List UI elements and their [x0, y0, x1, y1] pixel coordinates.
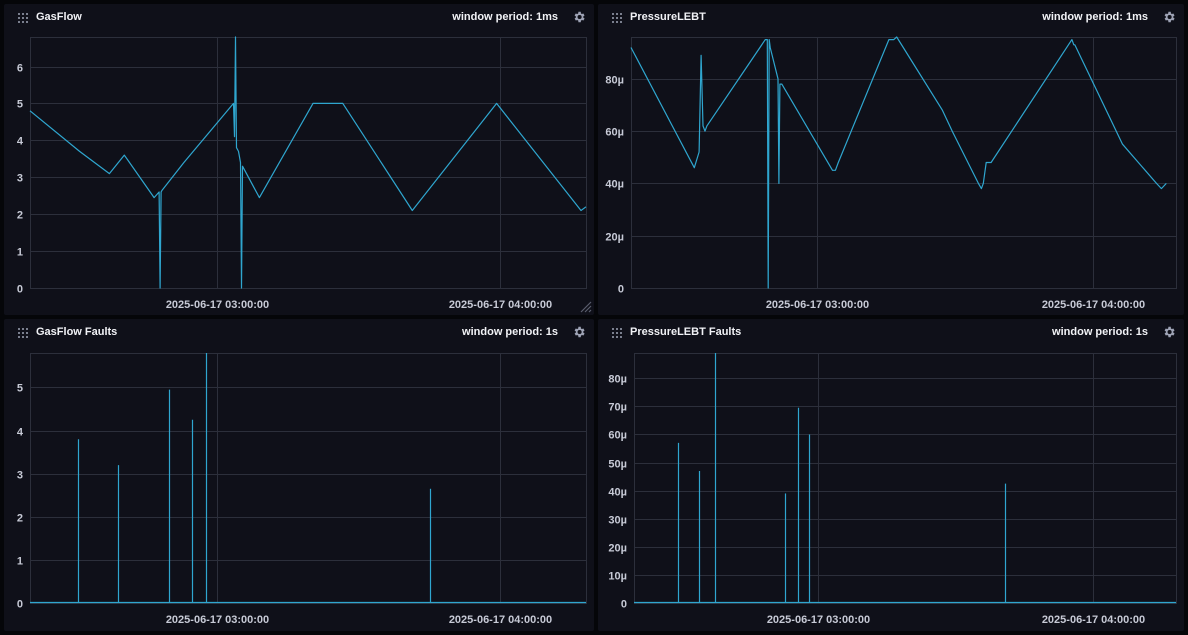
series-line: [29, 36, 587, 289]
x-tick-label: 2025-06-17 04:00:00: [1042, 299, 1145, 311]
chart: 0 1 2 3 4 5 6 2025-06-17 03:00:00 2025-06-17 04:…: [17, 36, 587, 311]
y-tick-label: 0: [621, 599, 627, 611]
y-tick-label: 3: [17, 173, 23, 185]
y-tick-label: 30µ: [608, 515, 627, 527]
y-tick-label: 0: [618, 284, 624, 296]
x-tick-label: 2025-06-17 04:00:00: [449, 299, 552, 311]
chart: 0 1 2 3 4 5 2025-06-17 03:00:00 2025-06-17 04:0…: [17, 353, 587, 626]
y-tick-label: 2: [17, 210, 23, 222]
y-tick-label: 40µ: [605, 179, 624, 191]
y-tick-label: 0: [17, 284, 23, 296]
panel-gasflow: GasFlow window period: 1ms 0 1 2 3 4 5 6 2025-06-…: [4, 4, 594, 315]
panel-pressurelebt-faults: PressureLEBT Faults window period: 1s 0 10µ…: [598, 319, 1184, 631]
x-tick-label: 2025-06-17 03:00:00: [166, 614, 269, 626]
panel-gasflow-faults: GasFlow Faults window period: 1s 0 1 2 3 4 5 202…: [4, 319, 594, 631]
y-tick-label: 1: [17, 247, 23, 259]
y-tick-label: 60µ: [608, 430, 627, 442]
plot-frame: [631, 37, 1177, 289]
plot-frame: [30, 353, 587, 604]
y-tick-label: 3: [17, 470, 23, 482]
y-tick-label: 1: [17, 556, 23, 568]
y-tick-label: 20µ: [608, 543, 627, 555]
plot-frame: [30, 37, 587, 289]
x-tick-label: 2025-06-17 03:00:00: [166, 299, 269, 311]
chart: 0 20µ 40µ 60µ 80µ 2025-06-17 03:00:00 2025-06-…: [605, 36, 1177, 311]
panel-pressurelebt: PressureLEBT window period: 1ms 0 20µ 40µ 60µ…: [598, 4, 1184, 315]
y-tick-label: 70µ: [608, 402, 627, 414]
y-tick-label: 6: [17, 63, 23, 75]
y-tick-label: 50µ: [608, 459, 627, 471]
y-tick-label: 0: [17, 599, 23, 611]
y-tick-label: 40µ: [608, 487, 627, 499]
y-tick-label: 4: [17, 136, 24, 148]
y-tick-label: 5: [17, 383, 23, 395]
y-tick-label: 4: [17, 427, 24, 439]
y-tick-label: 60µ: [605, 127, 624, 139]
y-tick-label: 10µ: [608, 571, 627, 583]
y-tick-label: 2: [17, 513, 23, 525]
resize-handle-icon[interactable]: [578, 299, 592, 313]
y-tick-label: 5: [17, 99, 23, 111]
x-tick-label: 2025-06-17 03:00:00: [767, 614, 870, 626]
y-tick-label: 20µ: [605, 232, 624, 244]
y-tick-label: 80µ: [605, 75, 624, 87]
chart: 0 10µ 20µ 30µ 40µ 50µ 60µ 70µ 80µ 2025-06-17 03:0…: [608, 353, 1177, 626]
series-line: [630, 36, 1167, 289]
x-tick-label: 2025-06-17 04:00:00: [1042, 614, 1145, 626]
x-tick-label: 2025-06-17 03:00:00: [766, 299, 869, 311]
x-tick-label: 2025-06-17 04:00:00: [449, 614, 552, 626]
y-tick-label: 80µ: [608, 374, 627, 386]
